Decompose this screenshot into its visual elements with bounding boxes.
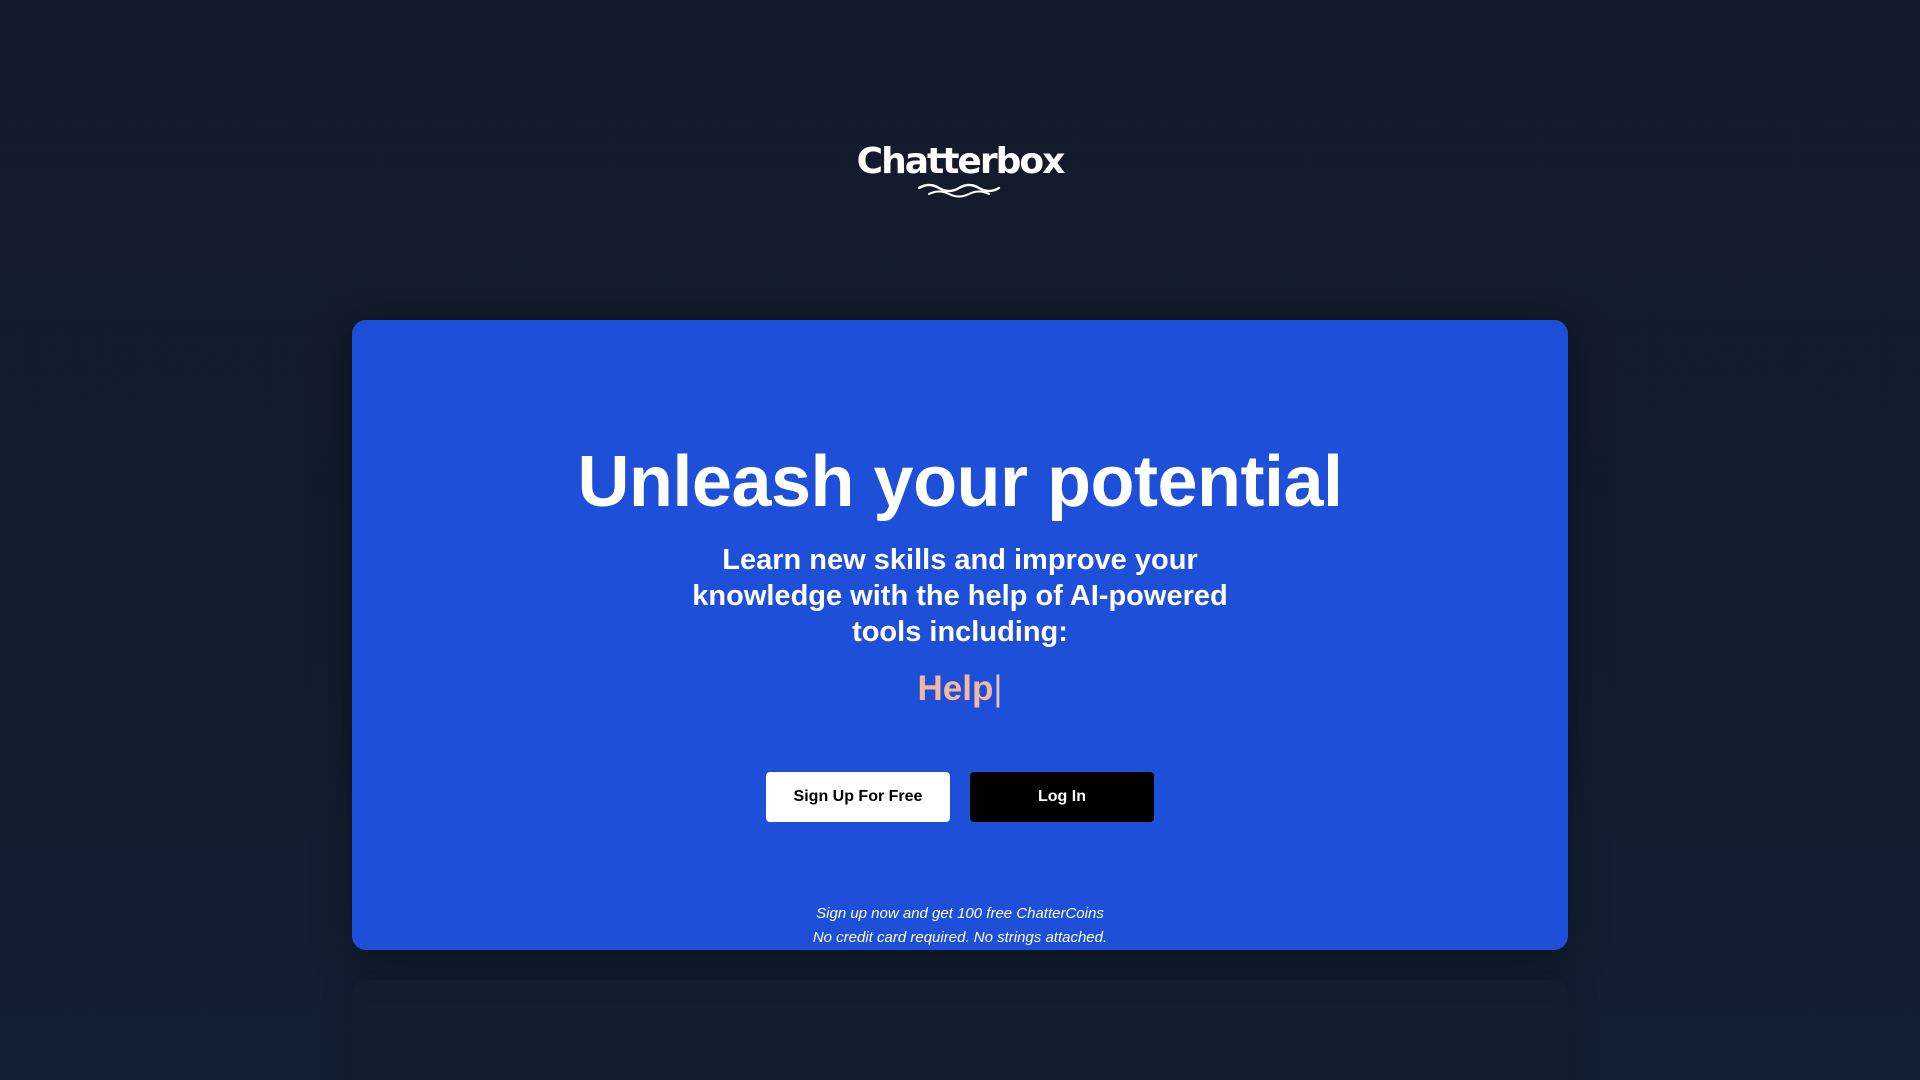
typing-cursor: |: [993, 669, 1003, 708]
sign-up-button[interactable]: Sign Up For Free: [766, 772, 950, 822]
hero-title: Unleash your potential: [577, 442, 1343, 522]
typed-word-text: Help: [917, 669, 994, 708]
hero-subtitle: Learn new skills and improve your knowle…: [692, 544, 1228, 648]
log-in-button[interactable]: Log In: [970, 772, 1154, 822]
cta-buttons: Sign Up For Free Log In: [352, 772, 1568, 822]
brand-name: Chatterbox: [856, 141, 1066, 182]
hero-card: Unleash your potential Learn new skills …: [352, 320, 1568, 950]
brand-logo[interactable]: Chatterbox: [0, 140, 1920, 198]
fine-print: Sign up now and get 100 free ChatterCoin…: [352, 902, 1568, 950]
secondary-section: [352, 980, 1568, 1080]
fine-print-terms: No credit card required. No strings atta…: [812, 929, 1108, 946]
fine-print-offer: Sign up now and get 100 free ChatterCoin…: [816, 905, 1104, 922]
typed-word: Help|: [352, 668, 1568, 710]
